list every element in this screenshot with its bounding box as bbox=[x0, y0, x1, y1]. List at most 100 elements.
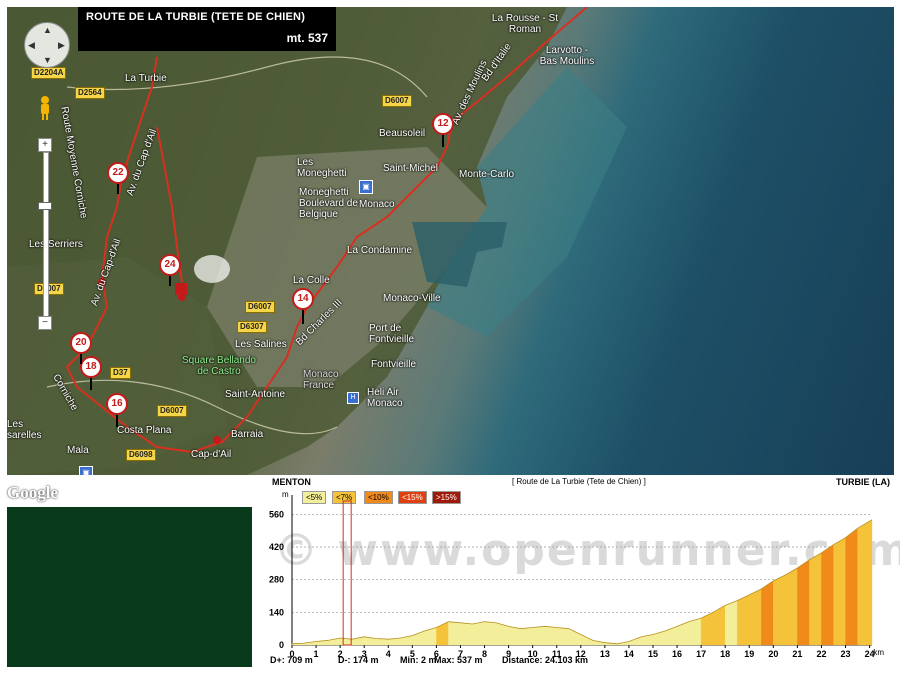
profile-segment bbox=[436, 621, 449, 646]
zoom-control[interactable]: + − bbox=[38, 138, 52, 338]
profile-segment bbox=[737, 594, 750, 646]
x-tick-label: 13 bbox=[600, 649, 610, 659]
profile-segment bbox=[725, 600, 738, 646]
heliport-icon[interactable]: H bbox=[347, 392, 359, 404]
route-title: ROUTE DE LA TURBIE (TETE DE CHIEN) bbox=[86, 11, 306, 23]
map-filler bbox=[7, 507, 252, 667]
place-label: La Rousse - St Roman bbox=[491, 13, 559, 35]
km-marker[interactable]: 14 bbox=[292, 288, 314, 310]
profile-segment bbox=[857, 519, 873, 646]
stat-max: Max: 537 m bbox=[434, 655, 483, 665]
scale-metric: 500 m bbox=[74, 483, 100, 493]
x-tick-label: 21 bbox=[792, 649, 802, 659]
y-tick-label: 0 bbox=[279, 640, 284, 650]
profile-segment bbox=[749, 588, 762, 646]
y-tick-label: 560 bbox=[269, 509, 284, 519]
google-logo[interactable]: Google bbox=[7, 483, 58, 503]
profile-segment bbox=[785, 567, 798, 646]
profile-segment bbox=[640, 634, 654, 646]
zoom-slider-knob[interactable] bbox=[38, 202, 52, 210]
km-marker[interactable]: 18 bbox=[80, 356, 102, 378]
pan-control[interactable]: ▲ ▼ ◀ ▶ bbox=[24, 22, 70, 68]
x-tick-label: 23 bbox=[841, 649, 851, 659]
marker-pin bbox=[169, 276, 171, 286]
profile-segment bbox=[664, 626, 678, 646]
profile-segment bbox=[688, 617, 702, 646]
place-label: Heli Air Monaco bbox=[367, 387, 403, 409]
pan-down-icon[interactable]: ▼ bbox=[43, 55, 52, 65]
place-label: Larvotto - Bas Moulins bbox=[539, 45, 595, 67]
street-view-pegman-icon[interactable] bbox=[38, 95, 52, 121]
y-tick-label: 280 bbox=[269, 575, 284, 585]
transit-icon[interactable]: ▣ bbox=[79, 466, 93, 475]
satellite-map[interactable]: La Turbie Beausoleil Saint-Michel Monte-… bbox=[7, 7, 894, 475]
x-tick-label: 17 bbox=[696, 649, 706, 659]
x-tick-label: 8 bbox=[482, 649, 487, 659]
x-tick-label: 4 bbox=[386, 649, 391, 659]
km-marker[interactable]: 22 bbox=[107, 162, 129, 184]
x-tick-label: 22 bbox=[816, 649, 826, 659]
place-label: Saint-Michel bbox=[383, 163, 439, 174]
marker-pin bbox=[117, 184, 119, 194]
x-tick-label: 14 bbox=[624, 649, 634, 659]
road-badge: D37 bbox=[110, 367, 131, 379]
place-label: Port de Fontvieille bbox=[369, 323, 415, 345]
place-label: Mala bbox=[67, 445, 89, 456]
place-label: Moneghetti Boulevard de Belgique bbox=[299, 187, 358, 220]
park-label: Square Bellando de Castro bbox=[182, 355, 256, 377]
km-marker[interactable]: 12 bbox=[432, 113, 454, 135]
zoom-out-button[interactable]: − bbox=[38, 316, 52, 330]
road-badge: D6307 bbox=[237, 321, 267, 333]
km-marker[interactable]: 16 bbox=[106, 393, 128, 415]
profile-segment bbox=[460, 622, 473, 646]
x-tick-label: 20 bbox=[768, 649, 778, 659]
profile-segment bbox=[556, 627, 569, 646]
place-label: Monaco bbox=[359, 199, 395, 210]
transit-icon[interactable]: ▣ bbox=[359, 180, 373, 194]
x-tick-label: 16 bbox=[672, 649, 682, 659]
profile-segment bbox=[472, 621, 485, 646]
zoom-in-button[interactable]: + bbox=[38, 138, 52, 152]
pan-right-icon[interactable]: ▶ bbox=[58, 40, 65, 51]
x-axis-unit: km bbox=[873, 648, 884, 657]
profile-segment bbox=[532, 626, 545, 646]
profile-segment bbox=[821, 544, 834, 646]
road-badge: D6007 bbox=[382, 95, 412, 107]
border-label: Monaco France bbox=[303, 369, 339, 391]
place-label: Fontvieille bbox=[371, 359, 417, 370]
route-title-box: ROUTE DE LA TURBIE (TETE DE CHIEN) mt. 5… bbox=[78, 7, 336, 51]
km-marker[interactable]: 24 bbox=[159, 254, 181, 276]
profile-segment bbox=[845, 528, 858, 646]
zoom-slider-track[interactable] bbox=[43, 152, 49, 324]
place-label: Costa Plana bbox=[117, 425, 172, 436]
y-tick-label: 420 bbox=[269, 542, 284, 552]
km-marker[interactable]: 20 bbox=[70, 332, 92, 354]
marker-pin bbox=[116, 415, 118, 427]
route-subtitle: mt. 537 bbox=[286, 31, 328, 45]
profile-segment bbox=[544, 626, 557, 646]
place-label: Les Moneghetti bbox=[297, 157, 347, 179]
place-label: La Turbie bbox=[125, 73, 167, 84]
x-tick-label: 19 bbox=[744, 649, 754, 659]
place-label: Monte-Carlo bbox=[459, 169, 515, 180]
page-frame: La Turbie Beausoleil Saint-Michel Monte-… bbox=[0, 0, 900, 675]
profile-segment bbox=[568, 628, 581, 646]
profile-segment bbox=[676, 621, 690, 646]
profile-segment bbox=[773, 574, 786, 646]
profile-segment bbox=[833, 537, 846, 646]
place-label: Barraia bbox=[231, 429, 264, 440]
road-badge: D6007 bbox=[157, 405, 187, 417]
profile-segment bbox=[508, 626, 521, 646]
elevation-profile: © www.openrunner.com MENTON [ Route de L… bbox=[252, 475, 900, 667]
pan-up-icon[interactable]: ▲ bbox=[43, 25, 52, 35]
road-badge: D2204A bbox=[31, 67, 67, 79]
stat-dminus: D-: 174 m bbox=[338, 655, 379, 665]
place-label: Saint-Antoine bbox=[225, 389, 286, 400]
profile-segment bbox=[448, 621, 461, 646]
stat-min: Min: 2 m bbox=[400, 655, 437, 665]
place-label: Les Salines bbox=[235, 339, 287, 350]
place-label: Cap-d'Ail bbox=[191, 449, 232, 460]
place-label: La Condamine bbox=[347, 245, 413, 256]
stat-distance: Distance: 24.103 km bbox=[502, 655, 589, 665]
pan-left-icon[interactable]: ◀ bbox=[28, 40, 35, 51]
